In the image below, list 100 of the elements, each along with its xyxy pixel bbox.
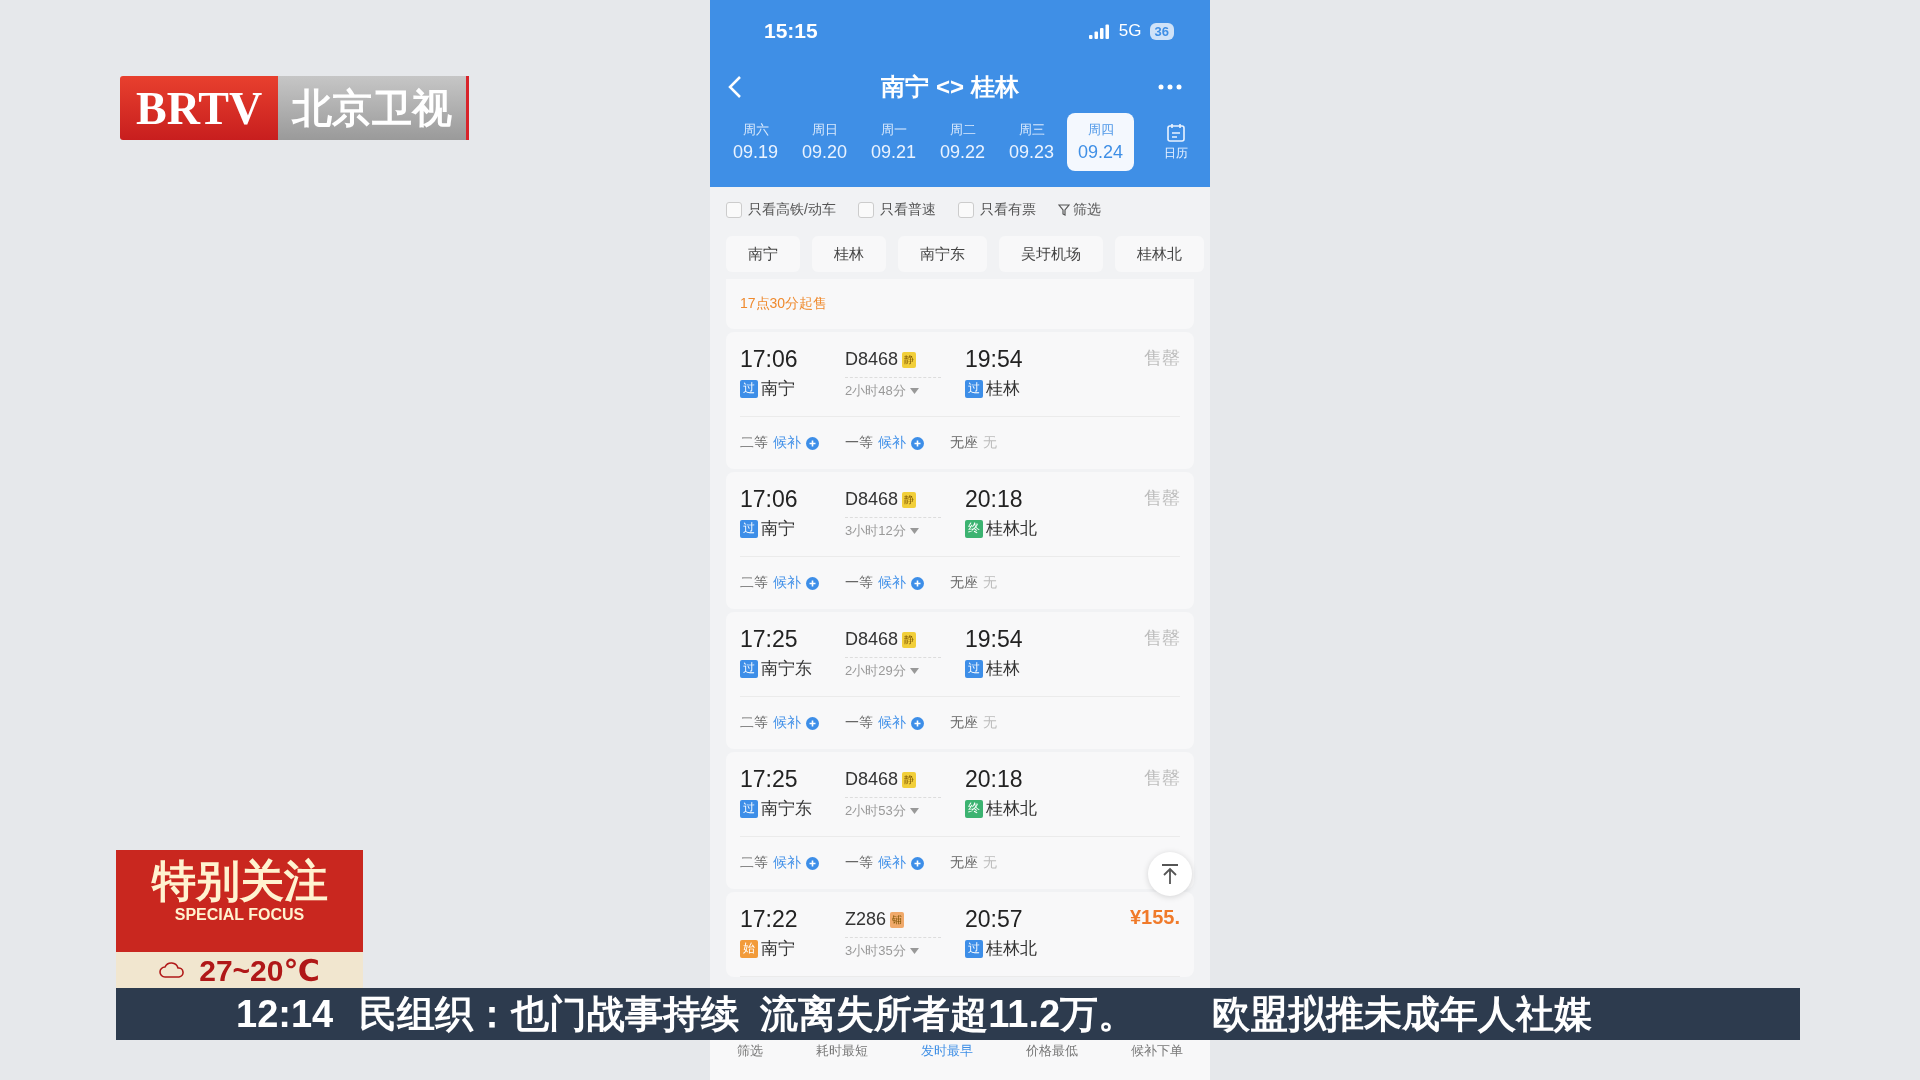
depart-time: 17:25: [740, 766, 799, 793]
seat-availability[interactable]: 候补: [878, 574, 906, 592]
train-card[interactable]: 17:06 D8468 静 19:54 售罄 过 南宁 2小时48分 过 桂林 二等 候补 一等 候补 无座 无: [726, 332, 1194, 469]
seat-class: 一等: [845, 434, 873, 452]
date-tab[interactable]: 周二 09.22: [929, 113, 996, 171]
filter-checkbox[interactable]: 只看有票: [957, 201, 1036, 219]
train-badge: 静: [902, 351, 917, 368]
seat-class: 二等: [740, 854, 768, 872]
train-card[interactable]: 17:22 Z286 铺 20:57 ¥155. 始 南宁 3小时35分 过 桂林北: [726, 892, 1194, 977]
arrive-time: 20:57: [965, 906, 1024, 933]
train-card[interactable]: 17:25 D8468 静 20:18 售罄 过 南宁东 2小时53分 终 桂林北 二等 候补 一等 候补 无座 无: [726, 752, 1194, 889]
station-tag: 过: [740, 799, 758, 818]
train-card[interactable]: 17:25 D8468 静 19:54 售罄 过 南宁东 2小时29分 过 桂林 二等 候补 一等 候补 无座 无: [726, 612, 1194, 749]
plus-icon[interactable]: [911, 856, 924, 870]
seat-availability[interactable]: 候补: [878, 854, 906, 872]
status-time: 15:15: [764, 19, 818, 43]
train-badge: 铺: [890, 911, 905, 928]
filter-checkbox[interactable]: 只看高铁/动车: [726, 201, 836, 219]
train-number: D8468: [845, 629, 899, 650]
date-tab[interactable]: 周日 09.20: [791, 113, 858, 171]
station-tag: 过: [965, 659, 983, 678]
station-tag: 终: [965, 519, 983, 538]
station-tag: 终: [965, 799, 983, 818]
depart-time: 17:22: [740, 906, 799, 933]
depart-station: 南宁东: [761, 798, 812, 820]
seat-class: 无座: [950, 434, 978, 452]
arrive-time: 20:18: [965, 766, 1024, 793]
plus-icon[interactable]: [806, 576, 819, 590]
duration: 2小时48分: [845, 382, 906, 400]
seat-availability[interactable]: 候补: [773, 714, 801, 732]
ticket-status: 售罄: [1144, 767, 1180, 790]
station-chip[interactable]: 南宁: [726, 236, 800, 272]
depart-station: 南宁: [761, 938, 795, 960]
seat-class: 无座: [950, 574, 978, 592]
arrive-station: 桂林: [986, 378, 1020, 400]
sort-tab[interactable]: 耗时最短: [815, 1042, 868, 1060]
station-chip[interactable]: 桂林: [812, 236, 886, 272]
caret-icon: [909, 528, 919, 534]
station-chip[interactable]: 吴圩机场: [999, 236, 1103, 272]
filter-checkbox[interactable]: 只看普速: [857, 201, 936, 219]
ticket-status: 售罄: [1144, 627, 1180, 650]
seat-availability[interactable]: 候补: [878, 714, 906, 732]
seat-availability: 无: [983, 574, 997, 592]
duration: 3小时35分: [845, 942, 906, 960]
seat-class: 一等: [845, 854, 873, 872]
depart-time: 17:06: [740, 486, 799, 513]
seat-class: 二等: [740, 574, 768, 592]
train-number: D8468: [845, 349, 899, 370]
station-tag: 始: [740, 939, 758, 958]
station-tag: 过: [965, 379, 983, 398]
depart-time: 17:06: [740, 346, 799, 373]
date-tab[interactable]: 周四 09.24: [1067, 113, 1134, 171]
plus-icon[interactable]: [806, 436, 819, 450]
train-card[interactable]: 17:06 D8468 静 20:18 售罄 过 南宁 3小时12分 终 桂林北 二等 候补 一等 候补 无座 无: [726, 472, 1194, 609]
train-number: Z286: [845, 909, 887, 930]
plus-icon[interactable]: [806, 716, 819, 730]
network-label: 5G: [1118, 21, 1142, 41]
back-icon[interactable]: [728, 75, 742, 99]
route-title: 南宁 <> 桂林: [881, 72, 1019, 102]
depart-station: 南宁: [761, 378, 795, 400]
arrive-time: 20:18: [965, 486, 1024, 513]
plus-icon[interactable]: [911, 716, 924, 730]
date-tab[interactable]: 周六 09.19: [722, 113, 789, 171]
seat-class: 二等: [740, 434, 768, 452]
station-tag: 过: [740, 379, 758, 398]
caret-icon: [909, 948, 919, 954]
duration: 2小时29分: [845, 662, 906, 680]
seat-availability[interactable]: 候补: [773, 434, 801, 452]
train-number: D8468: [845, 769, 899, 790]
caret-icon: [909, 808, 919, 814]
depart-time: 17:25: [740, 626, 799, 653]
station-chip[interactable]: 桂林北: [1115, 236, 1204, 272]
depart-station: 南宁: [761, 518, 795, 540]
arrive-station: 桂林北: [986, 518, 1037, 540]
train-number: D8468: [845, 489, 899, 510]
arrive-station: 桂林: [986, 658, 1020, 680]
plus-icon[interactable]: [911, 436, 924, 450]
sort-tab[interactable]: 价格最低: [1026, 1042, 1079, 1060]
seat-class: 二等: [740, 714, 768, 732]
seat-availability[interactable]: 候补: [878, 434, 906, 452]
sort-tab[interactable]: 候补下单: [1131, 1042, 1184, 1060]
more-icon[interactable]: [1158, 84, 1182, 90]
calendar-button[interactable]: 日历: [1148, 122, 1204, 162]
seat-availability[interactable]: 候补: [773, 854, 801, 872]
seat-class: 一等: [845, 574, 873, 592]
seat-availability: 无: [983, 434, 997, 452]
date-tab[interactable]: 周三 09.23: [998, 113, 1065, 171]
filter-button[interactable]: 筛选: [1057, 201, 1101, 219]
sort-tab[interactable]: 发时最早: [920, 1042, 973, 1060]
duration: 3小时12分: [845, 522, 906, 540]
arrow-up-icon: [1160, 863, 1180, 885]
station-chip[interactable]: 南宁东: [898, 236, 987, 272]
plus-icon[interactable]: [806, 856, 819, 870]
seat-availability[interactable]: 候补: [773, 574, 801, 592]
sort-tab[interactable]: 筛选: [736, 1042, 763, 1060]
ticker-time: 12:14: [235, 992, 335, 1036]
date-tab[interactable]: 周一 09.21: [860, 113, 927, 171]
logo-name: 北京卫视: [278, 76, 467, 140]
plus-icon[interactable]: [911, 576, 924, 590]
sale-notice: 17点30分起售: [740, 295, 828, 313]
